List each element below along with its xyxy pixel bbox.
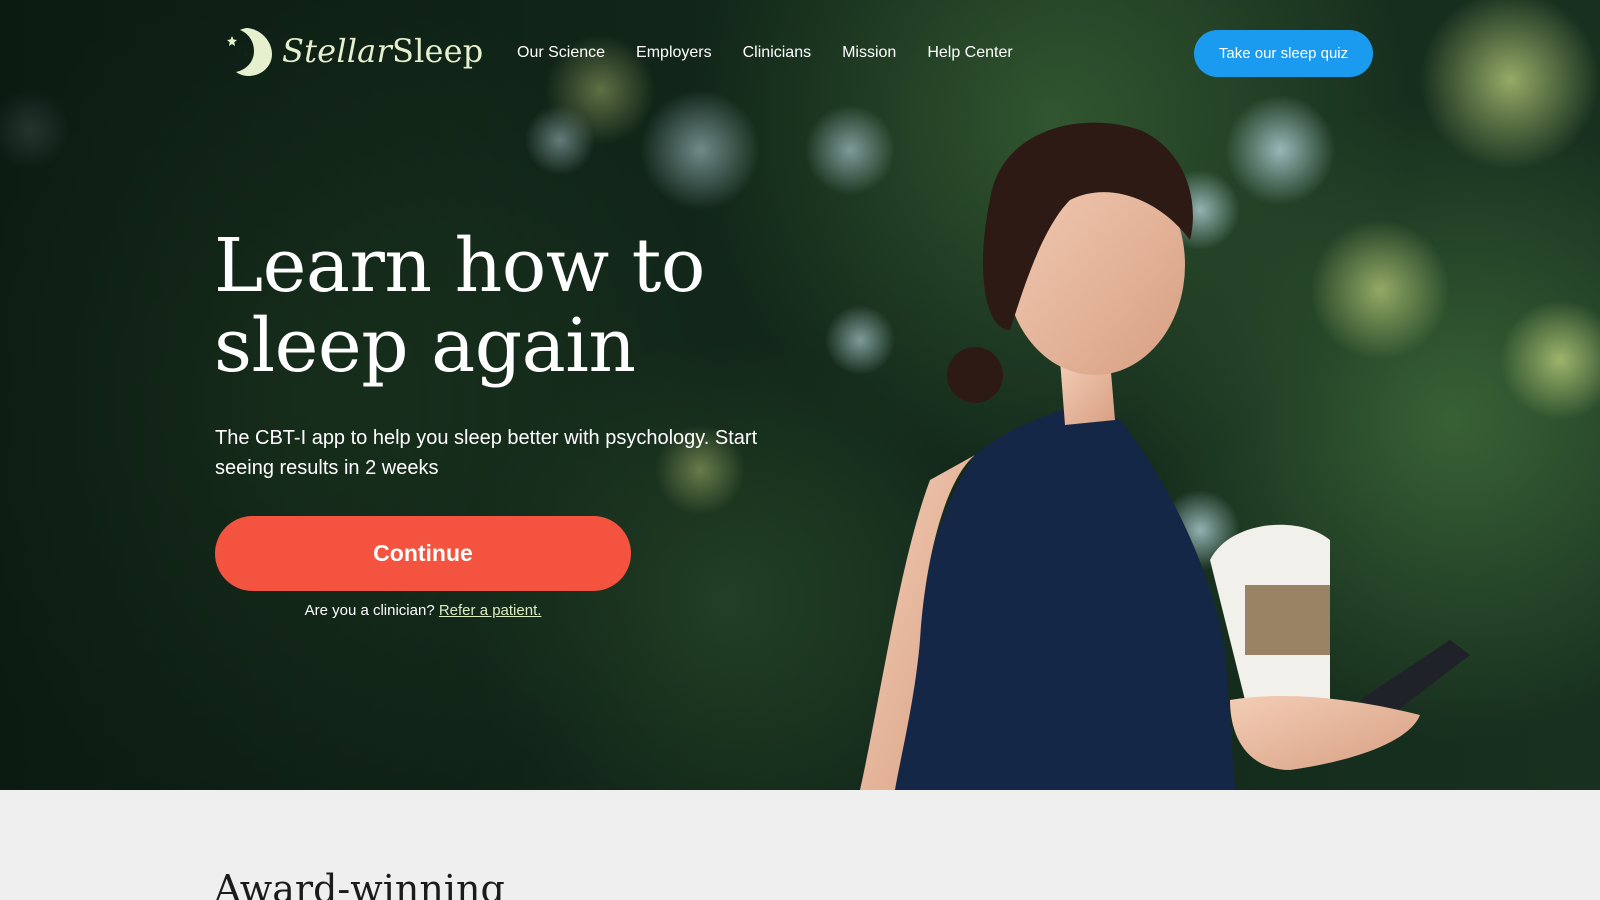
nav-our-science[interactable]: Our Science bbox=[517, 42, 605, 64]
hero-headline-line2: sleep again bbox=[214, 303, 636, 389]
clinician-prompt: Are you a clinician? Refer a patient. bbox=[215, 600, 631, 622]
sleep-quiz-button[interactable]: Take our sleep quiz bbox=[1194, 30, 1373, 77]
nav-clinicians[interactable]: Clinicians bbox=[743, 42, 811, 64]
hero-background-photo bbox=[0, 0, 1600, 790]
main-nav: Our Science Employers Clinicians Mission… bbox=[517, 42, 1044, 64]
brand-name-part2: Sleep bbox=[391, 32, 484, 70]
site-header: StellarSleep Our Science Employers Clini… bbox=[0, 0, 1600, 107]
refer-patient-link[interactable]: Refer a patient. bbox=[439, 602, 542, 619]
brand-logo[interactable]: StellarSleep bbox=[226, 24, 483, 78]
moon-star-icon bbox=[227, 28, 272, 76]
nav-help-center[interactable]: Help Center bbox=[927, 42, 1012, 64]
hero-headline-line1: Learn how to bbox=[214, 223, 705, 309]
nav-mission[interactable]: Mission bbox=[842, 42, 896, 64]
hero-headline: Learn how to sleep again bbox=[214, 226, 834, 386]
continue-button[interactable]: Continue bbox=[215, 516, 631, 591]
clinician-question: Are you a clinician? bbox=[304, 602, 435, 619]
award-section: Award-winning bbox=[0, 790, 1600, 900]
hero-subtext: The CBT-I app to help you sleep better w… bbox=[215, 427, 758, 479]
brand-name-part1: Stellar bbox=[282, 32, 392, 70]
section-title: Award-winning bbox=[214, 867, 505, 900]
nav-employers[interactable]: Employers bbox=[636, 42, 712, 64]
hero-section: StellarSleep Our Science Employers Clini… bbox=[0, 0, 1600, 790]
brand-name: StellarSleep bbox=[282, 32, 483, 70]
